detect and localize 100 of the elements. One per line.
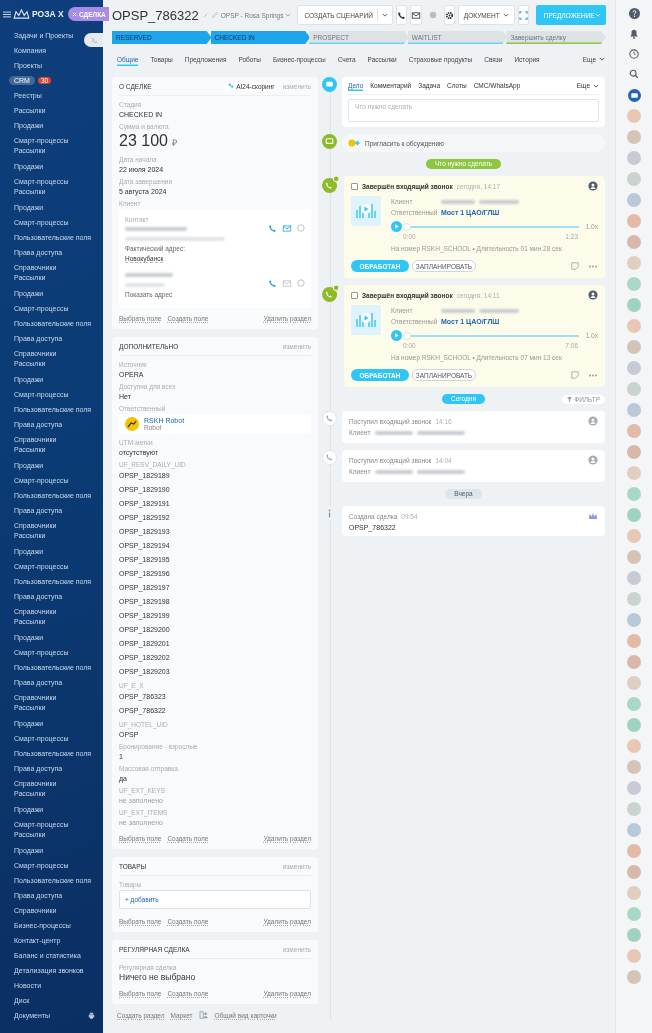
avatar-icon[interactable] (627, 550, 641, 564)
caret-icon (381, 13, 388, 17)
mail-button[interactable] (409, 5, 422, 25)
blurred-text (479, 199, 519, 204)
avatar-icon[interactable] (627, 823, 641, 837)
help-icon[interactable] (628, 8, 640, 19)
user-icon[interactable] (588, 181, 598, 191)
avatar-icon[interactable] (627, 109, 641, 123)
avatar-icon[interactable] (627, 886, 641, 900)
audio-waveform-icon (351, 305, 381, 335)
slider-thumb[interactable] (403, 331, 411, 340)
avatar-icon[interactable] (627, 130, 641, 144)
avatar-icon[interactable] (627, 361, 641, 375)
pencil-icon[interactable] (202, 12, 209, 18)
avatar-icon[interactable] (627, 403, 641, 417)
avatar-icon[interactable] (627, 235, 641, 249)
user-icon[interactable] (588, 290, 598, 300)
funnel-icon (567, 396, 573, 402)
avatar-icon[interactable] (627, 529, 641, 543)
avatar-icon[interactable] (627, 319, 641, 333)
avatar-icon[interactable] (627, 634, 641, 648)
settings-button[interactable] (443, 5, 455, 25)
caret-icon (599, 57, 605, 61)
avatar-icon[interactable] (627, 382, 641, 396)
bell-icon[interactable] (629, 29, 639, 39)
comment-icon (322, 134, 337, 149)
field-value: Ничего не выбрано (119, 972, 197, 983)
avatar-icon[interactable] (627, 739, 641, 753)
blurred-text (417, 430, 465, 435)
note-icon[interactable] (571, 371, 579, 379)
avatar-icon[interactable] (627, 298, 641, 312)
phone-call-icon (322, 176, 339, 193)
avatar-icon[interactable] (627, 781, 641, 795)
search-icon[interactable] (629, 69, 639, 79)
clock-icon[interactable] (629, 49, 639, 59)
blurred-text (417, 469, 465, 474)
avatar-icon[interactable] (627, 487, 641, 501)
avatar-icon[interactable] (627, 970, 641, 984)
logo-text: РОЗА Х (32, 9, 64, 19)
nodes-icon (228, 83, 235, 89)
phone-icon[interactable] (396, 10, 406, 20)
link-icon[interactable] (211, 12, 218, 18)
avatar-icon[interactable] (627, 928, 641, 942)
avatar-icon[interactable] (627, 508, 641, 522)
avatar-icon[interactable] (627, 949, 641, 963)
avatar-icon[interactable] (627, 655, 641, 669)
deal-title: OPSP_786322 (112, 7, 199, 23)
printer-icon[interactable] (88, 1012, 95, 1019)
avatar-icon[interactable] (627, 172, 641, 186)
play-button[interactable] (391, 221, 402, 232)
currency-sign: ₽ (171, 137, 177, 150)
blurred-text (479, 308, 519, 313)
avatar-icon[interactable] (627, 256, 641, 270)
caret-icon (502, 13, 509, 17)
avatar-icon[interactable] (627, 697, 641, 711)
chat-icon[interactable] (627, 89, 641, 102)
avatar-icon[interactable] (627, 214, 641, 228)
mail-icon[interactable] (410, 10, 421, 20)
close-icon[interactable] (72, 11, 77, 17)
avatar-icon[interactable] (627, 613, 641, 627)
scan-icon (518, 10, 528, 20)
menu-icon[interactable] (3, 10, 11, 18)
more-icon[interactable] (588, 264, 598, 268)
caret-icon (593, 83, 599, 88)
avatar-icon[interactable] (627, 424, 641, 438)
blurred-text (375, 469, 413, 474)
avatar-icon[interactable] (627, 571, 641, 585)
avatar-icon[interactable] (627, 151, 641, 165)
avatar-icon[interactable] (627, 802, 641, 816)
avatar-icon[interactable] (627, 676, 641, 690)
caret-icon (594, 13, 601, 17)
more-icon[interactable] (588, 373, 598, 377)
crown-icon (588, 512, 598, 520)
avatar-icon[interactable] (627, 592, 641, 606)
amount-value: 23 100 (119, 131, 168, 150)
play-button[interactable] (391, 330, 402, 341)
scan-button[interactable] (517, 5, 529, 25)
call-button[interactable] (395, 5, 407, 25)
avatar-icon[interactable] (627, 907, 641, 921)
avatar-icon[interactable] (627, 193, 641, 207)
audio-waveform-icon (351, 196, 381, 226)
avatar-icon[interactable] (627, 844, 641, 858)
collapse-tab[interactable] (84, 33, 103, 47)
crown-logo-icon (13, 8, 30, 20)
note-icon[interactable] (571, 262, 579, 270)
avatar-icon[interactable] (627, 277, 641, 291)
caret-icon (285, 13, 292, 17)
invite-avatars-icon (348, 139, 362, 147)
avatar-icon[interactable] (627, 718, 641, 732)
avatar-icon[interactable] (627, 340, 641, 354)
avatar-icon[interactable] (627, 865, 641, 879)
blurred-text (125, 273, 173, 277)
avatar-icon[interactable] (627, 445, 641, 459)
blurred-text (125, 227, 187, 231)
avatar-icon[interactable] (627, 466, 641, 480)
checkbox[interactable] (351, 182, 358, 190)
status-dot-icon (428, 10, 437, 19)
avatar-icon[interactable] (627, 760, 641, 774)
checkbox[interactable] (351, 291, 358, 299)
slider-thumb[interactable] (403, 222, 411, 231)
